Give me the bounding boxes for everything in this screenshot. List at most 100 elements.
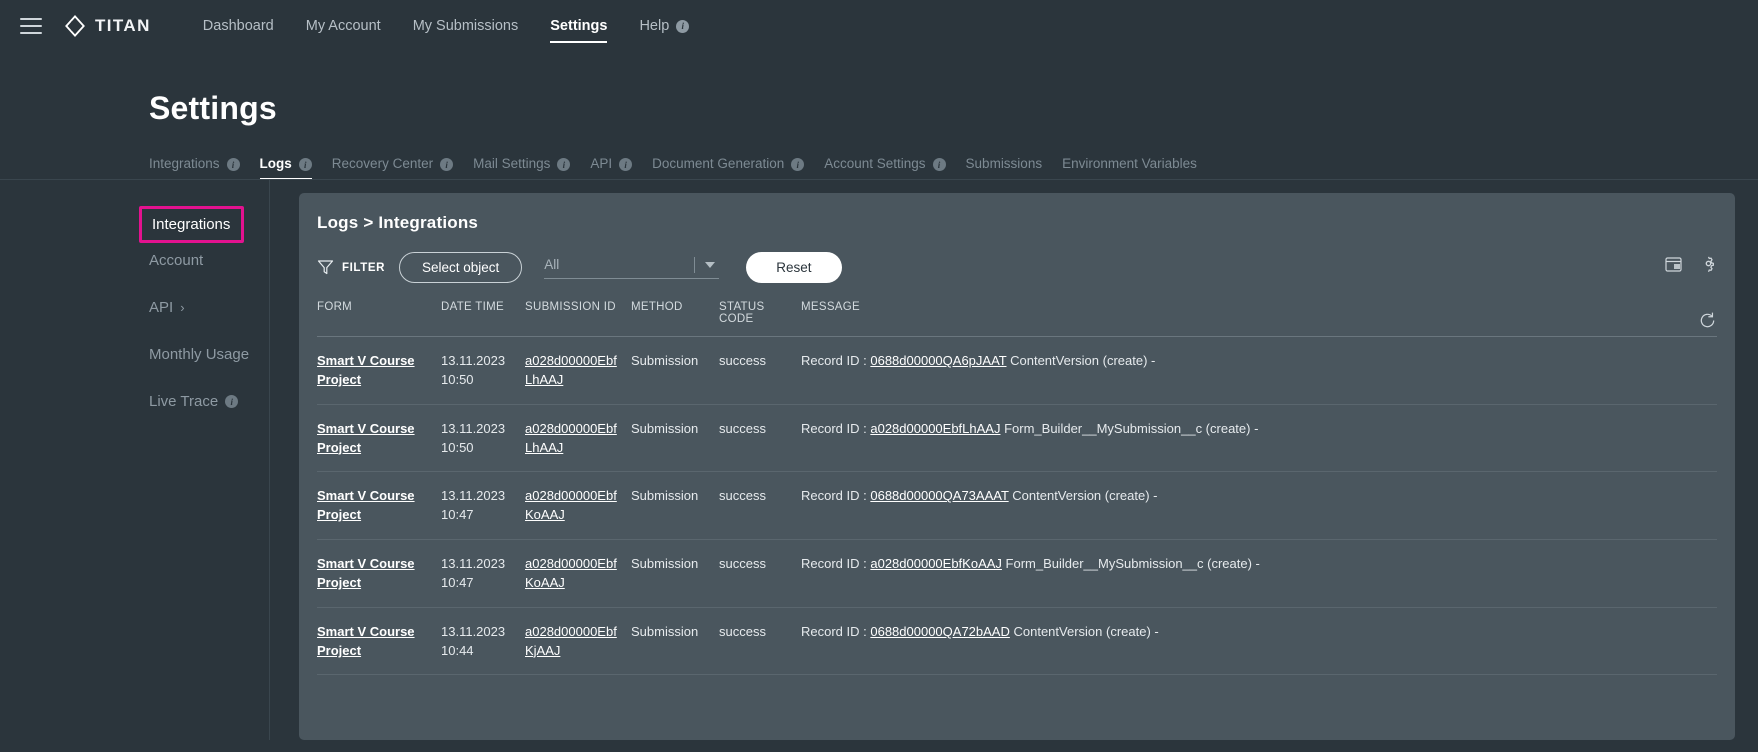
filter-label: FILTER	[342, 261, 385, 274]
record-id-link[interactable]: 0688d00000QA73AAAT	[870, 488, 1008, 503]
table-row[interactable]: Smart V Course Project 13.11.2023 10:47 …	[317, 472, 1717, 541]
chevron-down-icon[interactable]	[705, 261, 716, 268]
method-cell: Submission	[631, 353, 699, 368]
info-icon[interactable]: i	[619, 158, 633, 171]
sidebar-item-monthly-usage[interactable]: Monthly Usage	[129, 337, 269, 372]
tab-label: Account Settings	[824, 156, 926, 171]
info-icon[interactable]: i	[791, 158, 805, 171]
logs-card: Logs > Integrations FILTER Select object…	[299, 193, 1735, 740]
status-code-cell: success	[719, 420, 766, 436]
tab-label: Recovery Center	[331, 156, 434, 171]
tab-account-settings[interactable]: Account Settings i	[814, 156, 955, 180]
submission-id-link[interactable]: a028d00000EbfLhAAJ	[525, 353, 617, 387]
form-link[interactable]: Smart V Course Project	[317, 353, 415, 387]
object-dropdown[interactable]: All	[544, 256, 720, 279]
tab-integrations[interactable]: Integrations i	[149, 156, 250, 180]
tab-api[interactable]: API i	[580, 156, 642, 180]
funnel-icon	[317, 260, 334, 275]
record-id-link[interactable]: a028d00000EbfLhAAJ	[870, 421, 1000, 436]
submission-id-link[interactable]: a028d00000EbfLhAAJ	[525, 421, 617, 455]
record-id-link[interactable]: a028d00000EbfKoAAJ	[870, 556, 1002, 571]
settings-header: Settings Integrations i Logs i Recovery …	[0, 52, 1758, 180]
titan-diamond-icon	[65, 15, 85, 37]
chevron-right-icon: ›	[180, 300, 185, 315]
info-icon[interactable]: i	[932, 158, 946, 171]
tab-submissions[interactable]: Submissions	[956, 156, 1053, 180]
info-icon[interactable]: i	[225, 395, 239, 408]
info-icon[interactable]: i	[676, 19, 690, 33]
method-cell: Submission	[631, 556, 699, 572]
nav-item-label: Dashboard	[202, 18, 274, 34]
sidebar-item-label: Account	[149, 252, 204, 269]
table-header-row: FORM DATE TIME SUBMISSION ID METHOD STAT…	[317, 301, 1717, 337]
sidebar-item-integrations[interactable]: Integrations	[139, 206, 244, 243]
dropdown-separator	[694, 256, 696, 273]
message-prefix: Record ID :	[801, 420, 871, 436]
nav-item-my-submissions[interactable]: My Submissions	[397, 0, 535, 52]
main-nav-items: Dashboard My Account My Submissions Sett…	[187, 0, 705, 52]
gear-icon[interactable]	[1700, 255, 1717, 272]
info-icon[interactable]: i	[440, 158, 454, 171]
sidebar-item-label: Monthly Usage	[149, 346, 250, 363]
message-prefix: Record ID :	[801, 623, 871, 639]
sidebar-item-api[interactable]: API ›	[129, 290, 269, 325]
column-header-date-time: DATE TIME	[441, 301, 504, 313]
tab-label: Document Generation	[652, 156, 785, 171]
record-id-link[interactable]: 0688d00000QA6pJAAT	[870, 353, 1006, 368]
message-cell: Record ID : a028d00000EbfLhAAJ Form_Buil…	[801, 421, 1258, 436]
nav-item-help[interactable]: Help i	[623, 0, 705, 52]
submission-id-link[interactable]: a028d00000EbfKoAAJ	[525, 556, 617, 590]
select-object-button[interactable]: Select object	[399, 252, 523, 283]
table-row[interactable]: Smart V Course Project 13.11.2023 10:50 …	[317, 337, 1717, 405]
top-navigation-bar: TITAN Dashboard My Account My Submission…	[0, 0, 1758, 52]
form-link[interactable]: Smart V Course Project	[317, 556, 415, 590]
reset-button[interactable]: Reset	[746, 252, 842, 283]
nav-item-label: Settings	[550, 18, 608, 34]
form-link[interactable]: Smart V Course Project	[317, 488, 415, 522]
info-icon[interactable]: i	[226, 158, 240, 171]
form-link[interactable]: Smart V Course Project	[317, 421, 415, 455]
message-cell: Record ID : 0688d00000QA73AAAT ContentVe…	[801, 488, 1158, 503]
status-code-cell: success	[719, 556, 766, 572]
sidebar-item-live-trace[interactable]: Live Trace i	[129, 384, 269, 419]
datetime-cell: 13.11.2023 10:47	[441, 556, 506, 590]
form-link[interactable]: Smart V Course Project	[317, 624, 415, 658]
tab-document-generation[interactable]: Document Generation i	[642, 156, 814, 180]
table-row[interactable]: Smart V Course Project 13.11.2023 10:44 …	[317, 608, 1717, 676]
record-id-link[interactable]: 0688d00000QA72bAAD	[870, 624, 1010, 639]
message-suffix: ContentVersion (create) -	[1006, 353, 1156, 368]
status-code-cell: success	[719, 353, 766, 368]
tab-logs[interactable]: Logs i	[250, 156, 322, 180]
message-cell: Record ID : a028d00000EbfKoAAJ Form_Buil…	[801, 556, 1260, 571]
submission-id-link[interactable]: a028d00000EbfKjAAJ	[525, 624, 617, 658]
nav-item-settings[interactable]: Settings	[534, 0, 623, 52]
hamburger-menu-icon[interactable]	[20, 18, 42, 34]
tab-label: Environment Variables	[1062, 156, 1197, 171]
column-header-message: MESSAGE	[801, 301, 860, 313]
nav-item-dashboard[interactable]: Dashboard	[187, 0, 290, 52]
info-icon[interactable]: i	[557, 158, 571, 171]
calendar-export-icon[interactable]	[1665, 256, 1682, 272]
status-code-cell: success	[719, 488, 766, 504]
titan-brand-logo[interactable]: TITAN	[64, 15, 151, 37]
datetime-cell: 13.11.2023 10:50	[441, 420, 506, 455]
logs-table: FORM DATE TIME SUBMISSION ID METHOD STAT…	[299, 301, 1735, 676]
table-row[interactable]: Smart V Course Project 13.11.2023 10:50 …	[317, 405, 1717, 473]
tab-environment-variables[interactable]: Environment Variables	[1052, 156, 1207, 180]
nav-item-label: My Submissions	[412, 18, 519, 34]
table-row[interactable]: Smart V Course Project 13.11.2023 10:47 …	[317, 540, 1717, 608]
sidebar-item-label: Live Trace	[149, 393, 219, 410]
submission-id-link[interactable]: a028d00000EbfKoAAJ	[525, 488, 617, 522]
page-title: Settings	[149, 90, 277, 126]
tab-mail-settings[interactable]: Mail Settings i	[463, 156, 580, 180]
info-icon[interactable]: i	[298, 158, 312, 171]
breadcrumb: Logs > Integrations	[317, 213, 479, 232]
nav-item-label: Help	[639, 18, 670, 34]
tab-recovery-center[interactable]: Recovery Center i	[322, 156, 463, 180]
message-suffix: ContentVersion (create) -	[1008, 488, 1158, 504]
column-header-method: METHOD	[631, 301, 683, 313]
refresh-icon[interactable]	[1698, 311, 1717, 330]
sidebar-item-account[interactable]: Account	[129, 243, 269, 278]
nav-item-label: My Account	[305, 18, 381, 34]
nav-item-my-account[interactable]: My Account	[290, 0, 397, 52]
